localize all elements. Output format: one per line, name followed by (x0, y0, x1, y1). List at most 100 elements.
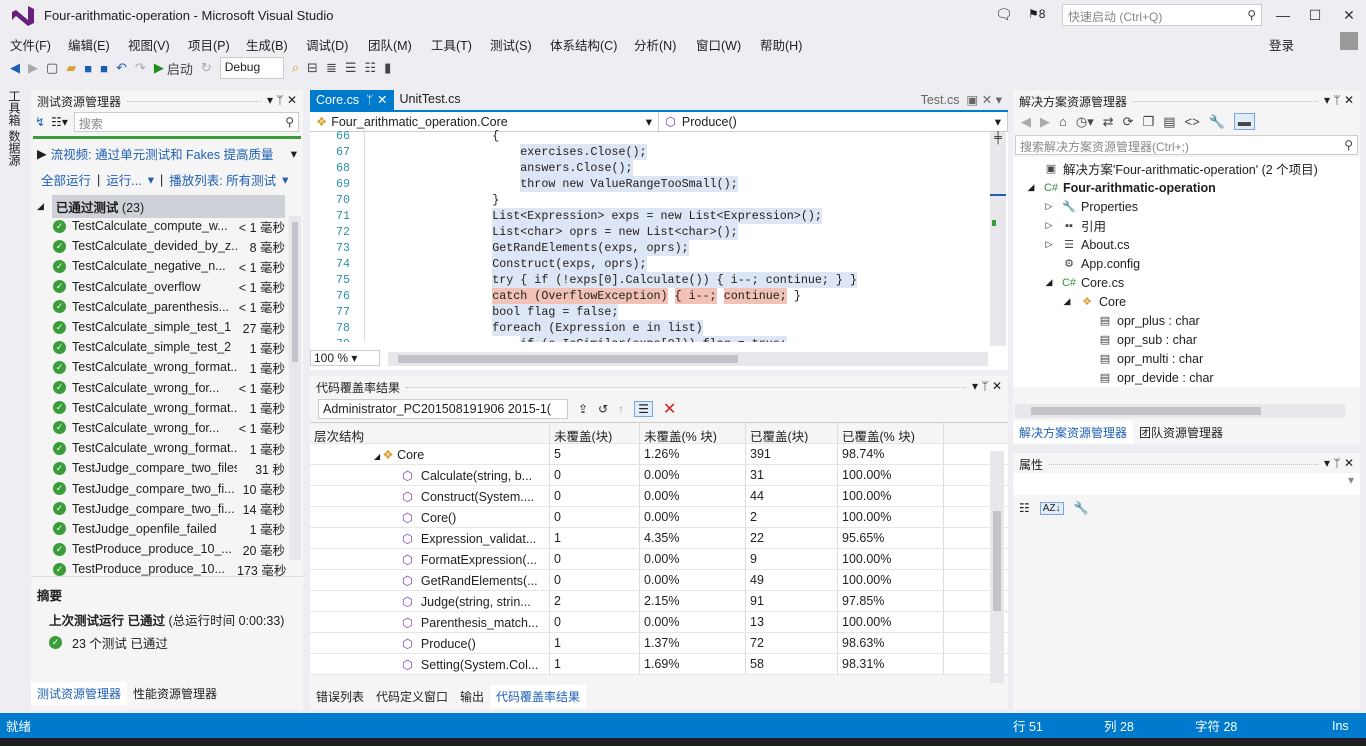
notifications-button[interactable]: ⚑8 (1028, 7, 1045, 21)
find-icon[interactable]: ⌕ (292, 60, 299, 76)
tree-item[interactable]: ▣ 解决方案'Four-arithmatic-operation' (2 个项目) (1013, 159, 1360, 178)
alphabetical-icon[interactable]: AZ↓ (1039, 501, 1064, 515)
collapse-all-icon[interactable]: ❐ (1143, 114, 1155, 130)
minimize-button[interactable]: — (1268, 4, 1298, 26)
close-icon[interactable]: ✕ (982, 93, 992, 107)
home-icon[interactable]: ⌂ (1059, 114, 1067, 129)
column-header[interactable]: 未覆盖(% 块) (640, 423, 746, 443)
menu-item-7[interactable]: 工具(T) (431, 35, 472, 54)
property-pages-icon[interactable]: 🔧 (1074, 501, 1089, 515)
tree-item[interactable]: ▤ opr_sub : char (1013, 330, 1360, 349)
toolbox-tab[interactable]: 工具箱 (6, 90, 23, 126)
close-icon[interactable]: ✕ (377, 93, 387, 107)
column-header[interactable]: 未覆盖(块) (550, 423, 640, 443)
close-button[interactable]: ✕ (1334, 4, 1364, 26)
comment-icon[interactable]: ☰ (345, 60, 357, 76)
tab-performance-explorer[interactable]: 性能资源管理器 (127, 682, 223, 705)
tab-team-explorer[interactable]: 团队资源管理器 (1133, 421, 1229, 444)
collapse-icon[interactable]: ◢ (37, 201, 44, 212)
tab-1[interactable]: 代码定义窗口 (370, 685, 454, 708)
data-sources-tab[interactable]: 数据源 (6, 130, 23, 166)
test-row[interactable]: ✓ TestCalculate_compute_w... < 1 毫秒 (31, 216, 303, 236)
new-project-icon[interactable]: ▢ (46, 60, 58, 76)
run-tests-icon[interactable]: ↯ (35, 115, 45, 129)
playlist-menu[interactable]: 播放列表: 所有测试 (169, 170, 276, 189)
test-row[interactable]: ✓ TestJudge_compare_two_files 31 秒 (31, 458, 303, 478)
test-row[interactable]: ✓ TestCalculate_wrong_for... < 1 毫秒 (31, 418, 303, 438)
test-row[interactable]: ✓ TestProduce_produce_10... 173 毫秒 (31, 559, 303, 579)
run-menu[interactable]: 运行... (106, 170, 141, 189)
up-icon[interactable]: ↑ (618, 402, 624, 416)
expander-icon[interactable]: ◢ (1059, 296, 1075, 307)
table-row[interactable]: ◢ ❖ Core 5 1.26% 391 98.74% (310, 444, 1008, 465)
dropdown-icon[interactable]: ▾ (267, 93, 273, 107)
close-icon[interactable]: ✕ (287, 93, 297, 107)
tree-item[interactable]: ◢ C# Core.cs (1013, 273, 1360, 292)
menu-item-10[interactable]: 分析(N) (634, 35, 676, 54)
delete-icon[interactable]: ✕ (663, 399, 676, 419)
menu-item-3[interactable]: 项目(P) (188, 35, 230, 54)
test-row[interactable]: ✓ TestProduce_produce_10_... 20 毫秒 (31, 539, 303, 559)
test-row[interactable]: ✓ TestJudge_compare_two_fi... 10 毫秒 (31, 478, 303, 498)
properties-icon[interactable]: 🔧 (1209, 114, 1225, 130)
object-select[interactable]: ▾ (1013, 473, 1360, 495)
feedback-icon[interactable]: 🗨 (995, 6, 1013, 23)
tree-item[interactable]: ⚙ App.config (1013, 254, 1360, 273)
view-code-icon[interactable]: <> (1185, 114, 1200, 129)
login-link[interactable]: 登录 (1269, 35, 1294, 54)
tree-item[interactable]: ▷ ▪▪ 引用 (1013, 216, 1360, 235)
tab-test-explorer[interactable]: 测试资源管理器 (31, 682, 128, 705)
menu-item-9[interactable]: 体系结构(C) (550, 35, 617, 54)
refresh-icon[interactable]: ⟳ (1123, 114, 1134, 130)
test-row[interactable]: ✓ TestCalculate_wrong_format... 1 毫秒 (31, 438, 303, 458)
close-icon[interactable]: ✕ (1344, 93, 1354, 107)
test-row[interactable]: ✓ TestCalculate_overflow < 1 毫秒 (31, 277, 303, 297)
coverage-scrollbar[interactable] (990, 451, 1004, 683)
tree-item[interactable]: ◢ C# Four-arithmatic-operation (1013, 178, 1360, 197)
quick-launch-input[interactable]: 快速启动 (Ctrl+Q) ⚲ (1062, 4, 1262, 26)
column-header[interactable]: 层次结构 (310, 423, 550, 443)
expander-icon[interactable]: ◢ (1023, 182, 1039, 193)
tab-3[interactable]: 代码覆盖率结果 (490, 685, 587, 708)
coverage-run-select[interactable]: Administrator_PC201508191906 2015-1( (318, 399, 568, 419)
editor-horizontal-scrollbar[interactable] (388, 352, 988, 366)
column-header[interactable]: 已覆盖(块) (746, 423, 838, 443)
back-icon[interactable]: ◀ (10, 60, 20, 76)
dropdown-icon[interactable]: ▾ (972, 379, 978, 393)
table-row[interactable]: ⬡ Produce() 1 1.37% 72 98.63% (310, 633, 1008, 654)
pin-icon[interactable]: ᛘ (276, 93, 283, 107)
test-row[interactable]: ✓ TestCalculate_parenthesis... < 1 毫秒 (31, 297, 303, 317)
tree-item[interactable]: ▷ ☰ About.cs (1013, 235, 1360, 254)
tree-item[interactable]: ◢ ❖ Core (1013, 292, 1360, 311)
test-row[interactable]: ✓ TestCalculate_wrong_format... 1 毫秒 (31, 357, 303, 377)
expander-icon[interactable]: ▷ (1041, 220, 1057, 231)
configuration-select[interactable]: Debug (219, 57, 284, 79)
test-row[interactable]: ✓ TestJudge_compare_two_fi... 14 毫秒 (31, 499, 303, 519)
chevron-down-icon[interactable]: ▾ (291, 146, 297, 161)
chevron-down-icon[interactable]: ▾ (996, 93, 1002, 107)
table-row[interactable]: ⬡ Calculate(string, b... 0 0.00% 31 100.00% (310, 465, 1008, 486)
menu-item-5[interactable]: 调试(D) (306, 35, 348, 54)
menu-item-6[interactable]: 团队(M) (368, 35, 412, 54)
maximize-button[interactable]: ☐ (1300, 4, 1330, 26)
menu-item-8[interactable]: 测试(S) (490, 35, 532, 54)
passed-group-header[interactable]: 已通过测试 (23) (51, 194, 285, 218)
test-row[interactable]: ✓ TestCalculate_negative_n... < 1 毫秒 (31, 256, 303, 276)
tab-0[interactable]: 错误列表 (310, 685, 370, 708)
table-row[interactable]: ⬡ Judge(string, strin... 2 2.15% 91 97.85% (310, 591, 1008, 612)
dropdown-icon[interactable]: ▾ (1324, 93, 1330, 107)
tab-core-cs[interactable]: Core.cs ᛘ ✕ (310, 90, 394, 110)
tree-icon[interactable]: ⊟ (307, 60, 318, 76)
export-icon[interactable]: ⇪ (578, 402, 588, 416)
start-button[interactable]: 启动 (167, 59, 193, 78)
table-row[interactable]: ⬡ Setting(System.Col... 1 1.69% 58 98.31% (310, 654, 1008, 675)
redo-icon[interactable]: ↷ (135, 60, 146, 76)
tab-preview-test-cs[interactable]: Test.cs ▣ ✕ ▾ (915, 90, 1008, 110)
tree-item[interactable]: ▤ opr_devide : char (1013, 368, 1360, 387)
sync-icon[interactable]: ⇄ (1103, 114, 1114, 130)
forward-icon[interactable]: ▶ (1040, 114, 1050, 130)
solution-search-input[interactable]: 搜索解决方案资源管理器(Ctrl+;) ⚲ (1015, 135, 1358, 155)
menu-item-4[interactable]: 生成(B) (246, 35, 288, 54)
expander-icon[interactable]: ◢ (1041, 277, 1057, 288)
zoom-select[interactable]: 100 % ▾ (310, 350, 380, 366)
